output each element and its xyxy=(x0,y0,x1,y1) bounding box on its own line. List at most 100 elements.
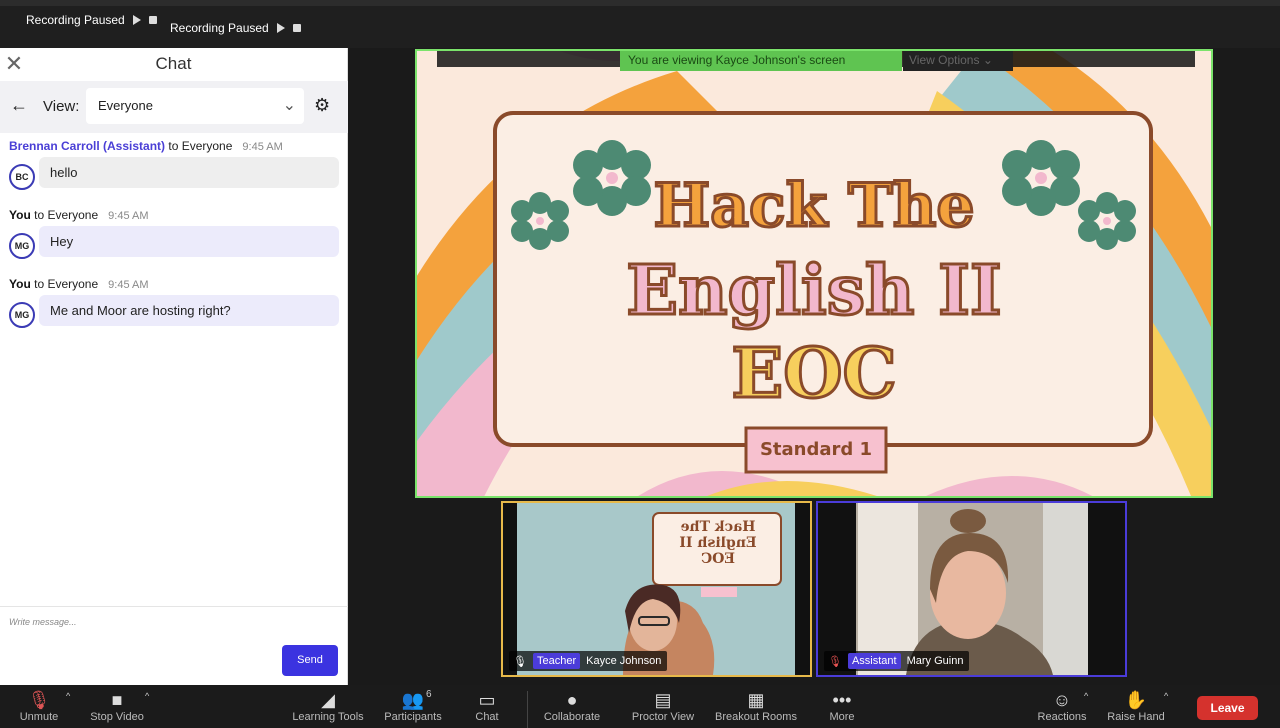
share-status-bar: You are viewing Kayce Johnson's screen V… xyxy=(437,51,1195,71)
chat-view-bar: ← View: Everyone ⌄ ⚙ xyxy=(0,81,348,133)
message-sender: Brennan Carroll (Assistant) xyxy=(9,139,166,153)
message-meta: You to Everyone 9:45 AM xyxy=(9,277,149,291)
participants-count: 6 xyxy=(426,689,432,700)
bottom-toolbar: 🎙 Unmute ^ ■ Stop Video ^ ◢ Learning Too… xyxy=(0,685,1280,728)
message-recipient: to Everyone xyxy=(30,208,99,222)
view-options-button[interactable]: View Options ⌄ xyxy=(903,51,1013,71)
unmute-label: Unmute xyxy=(19,711,59,723)
browser-tab-strip xyxy=(0,0,1280,6)
list-item: You to Everyone 9:45 AM MG Hey xyxy=(0,206,348,275)
thumb-line-2: English II xyxy=(679,535,757,551)
hand-icon: ✋ xyxy=(1124,690,1148,710)
back-arrow-icon[interactable]: ← xyxy=(10,95,28,116)
breakout-rooms-label: Breakout Rooms xyxy=(715,711,797,723)
participant-tag: 🎙 Assistant Mary Guinn xyxy=(824,651,970,671)
message-time: 9:45 AM xyxy=(242,141,283,153)
assistant-video xyxy=(818,503,1125,675)
video-tile-assistant[interactable]: 🎙 Assistant Mary Guinn xyxy=(816,501,1127,677)
collaborate-button[interactable]: ● Collaborate xyxy=(540,685,604,728)
gear-icon[interactable]: ⚙ xyxy=(314,95,330,116)
video-tile-teacher[interactable]: Hack The English II EOC 🎙 Teacher Kayce … xyxy=(501,501,812,677)
stop-video-button[interactable]: ■ Stop Video xyxy=(88,685,146,728)
resume-recording-icon[interactable] xyxy=(132,15,141,25)
message-bubble: hello xyxy=(39,157,339,188)
breakout-rooms-button[interactable]: ▦ Breakout Rooms xyxy=(712,685,800,728)
proctor-view-label: Proctor View xyxy=(631,711,695,723)
slide-thumbnail-text: Hack The English II EOC xyxy=(663,519,773,567)
slide-title-3: EOC xyxy=(730,333,898,416)
collaborate-label: Collaborate xyxy=(543,711,601,723)
view-label: View: xyxy=(43,98,80,115)
message-time: 9:45 AM xyxy=(108,210,149,222)
send-button[interactable]: Send xyxy=(282,645,338,676)
message-bubble: Me and Moor are hosting right? xyxy=(39,295,339,326)
slide-subtitle: Standard 1 xyxy=(759,439,873,460)
microphone-muted-icon: 🎙 xyxy=(828,655,842,668)
avatar: BC xyxy=(9,164,35,190)
recording-status-2: Recording Paused xyxy=(170,21,301,35)
participants-button[interactable]: 👥 Participants xyxy=(380,685,446,728)
ellipsis-icon: ••• xyxy=(832,690,852,710)
role-badge: Teacher xyxy=(532,653,581,669)
microphone-icon: 🎙 xyxy=(513,655,527,668)
slide-title-2: English II xyxy=(625,250,1004,333)
microphone-muted-icon: 🎙 xyxy=(27,690,51,710)
chat-header: ✕ Chat xyxy=(0,48,347,80)
participant-tag: 🎙 Teacher Kayce Johnson xyxy=(509,651,668,671)
raise-hand-button[interactable]: ✋ Raise Hand xyxy=(1106,685,1166,728)
message-recipient: to Everyone xyxy=(30,277,99,291)
chevron-up-icon[interactable]: ^ xyxy=(1084,691,1088,701)
message-input[interactable]: Write message... xyxy=(9,617,77,627)
list-item: You to Everyone 9:45 AM MG Me and Moor ar… xyxy=(0,275,348,344)
view-options-label: View Options xyxy=(909,53,980,67)
slide-title-1: Hack The xyxy=(652,170,976,243)
stop-video-label: Stop Video xyxy=(90,711,144,723)
video-camera-icon: ■ xyxy=(111,690,123,710)
role-badge: Assistant xyxy=(847,653,901,669)
unmute-button[interactable]: 🎙 Unmute xyxy=(14,685,64,728)
message-time: 9:45 AM xyxy=(108,279,149,291)
chat-title: Chat xyxy=(155,54,192,73)
message-sender: You xyxy=(9,208,31,222)
chat-bubble-icon: ▭ xyxy=(478,690,496,710)
view-select[interactable]: Everyone ⌄ xyxy=(86,88,304,124)
thumb-line-3: EOC xyxy=(701,551,736,567)
screen-share: Hack The English II EOC Standard 1 You a… xyxy=(415,49,1213,498)
chat-button[interactable]: ▭ Chat xyxy=(466,685,508,728)
chevron-down-icon: ⌄ xyxy=(982,53,993,67)
stop-recording-icon[interactable] xyxy=(148,16,157,24)
message-composer[interactable]: Write message... Send xyxy=(0,606,348,685)
learning-tools-button[interactable]: ◢ Learning Tools xyxy=(288,685,368,728)
recording-status: Recording Paused xyxy=(26,13,157,27)
learning-tools-icon: ◢ xyxy=(321,690,335,710)
avatar: MG xyxy=(9,302,35,328)
grid-icon: ▦ xyxy=(747,690,765,710)
proctor-view-button[interactable]: ▤ Proctor View xyxy=(628,685,698,728)
chevron-up-icon[interactable]: ^ xyxy=(145,691,149,701)
smiley-icon: ☺ xyxy=(1052,690,1072,710)
recording-label-2: Recording Paused xyxy=(170,21,269,35)
recording-label: Recording Paused xyxy=(26,13,125,27)
chevron-up-icon[interactable]: ^ xyxy=(66,691,70,701)
proctor-view-icon: ▤ xyxy=(654,690,672,710)
toolbar-divider xyxy=(527,691,528,728)
chevron-up-icon[interactable]: ^ xyxy=(1164,691,1168,701)
more-label: More xyxy=(829,711,855,723)
stop-recording-icon-2[interactable] xyxy=(292,24,301,32)
message-meta: Brennan Carroll (Assistant) to Everyone 9… xyxy=(9,139,283,153)
message-recipient: to Everyone xyxy=(165,139,233,153)
avatar: MG xyxy=(9,233,35,259)
resume-recording-icon-2[interactable] xyxy=(276,23,285,33)
chat-panel: ✕ Chat ← View: Everyone ⌄ ⚙ Brennan Carr… xyxy=(0,48,348,685)
message-list: Brennan Carroll (Assistant) to Everyone 9… xyxy=(0,137,348,344)
message-sender: You xyxy=(9,277,31,291)
participants-icon: 👥 xyxy=(401,690,425,710)
reactions-button[interactable]: ☺ Reactions xyxy=(1034,685,1090,728)
raise-hand-label: Raise Hand xyxy=(1107,711,1165,723)
participants-label: Participants xyxy=(384,711,442,723)
leave-button[interactable]: Leave xyxy=(1197,696,1258,720)
thumb-line-1: Hack The xyxy=(680,519,756,535)
viewing-screen-text: You are viewing Kayce Johnson's screen xyxy=(620,51,902,71)
participant-name: Mary Guinn xyxy=(906,655,964,667)
more-button[interactable]: ••• More xyxy=(820,685,864,728)
